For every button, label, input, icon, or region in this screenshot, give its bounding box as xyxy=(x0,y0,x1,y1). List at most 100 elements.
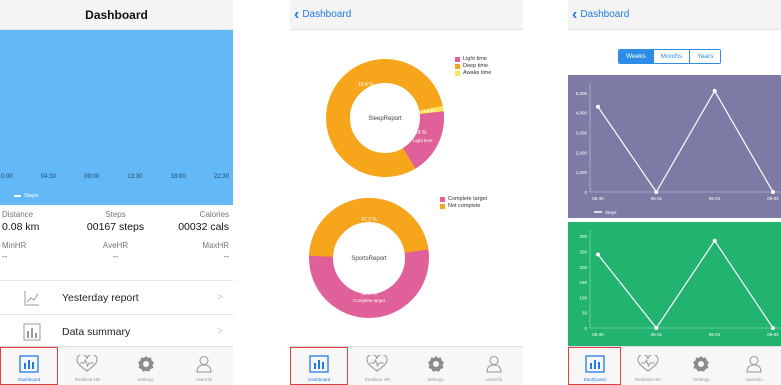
chevron-right-icon: > xyxy=(217,292,223,303)
tab-label: Settings xyxy=(692,377,710,382)
minhr-label: MinHR xyxy=(2,241,27,250)
back-label: Dashboard xyxy=(302,9,352,20)
complete-sub: Complete target xyxy=(353,298,386,303)
sleep-legend: Light time Deep time Awake time xyxy=(455,56,491,77)
x-tick-label: 05-31 xyxy=(651,196,663,201)
tab-realtime-hr[interactable]: Realtime HR xyxy=(621,347,674,385)
tab-settings[interactable]: Settings xyxy=(407,347,465,385)
tab-label: UserInfo xyxy=(195,377,213,382)
legend-swatch xyxy=(440,204,445,209)
tab-dashboard[interactable]: Dashboard xyxy=(290,347,349,385)
user-icon xyxy=(743,354,765,374)
period-segmented-control: Weeks Months Years xyxy=(618,49,722,64)
maxhr-label: MaxHR xyxy=(202,241,230,250)
tab-bar: Dashboard Realtime HR Settings UserInfo xyxy=(568,346,781,385)
tab-label: Settings xyxy=(137,377,154,382)
gear-icon xyxy=(690,354,712,374)
time-tick: 0:00 xyxy=(1,174,13,180)
navbar: Dashboard xyxy=(0,0,233,30)
avehr-label: AveHR xyxy=(102,241,129,250)
chevron-left-icon: ‹ xyxy=(294,5,300,23)
tab-label: Realtime HR xyxy=(635,377,661,382)
light-pct-sub: Light time xyxy=(413,138,433,143)
navbar: ‹ Dashboard xyxy=(568,0,781,30)
chart-background xyxy=(568,222,781,346)
tab-realtime-hr[interactable]: Realtime HR xyxy=(58,347,116,385)
gear-icon xyxy=(135,354,157,374)
sleep-center-label: SleepReport xyxy=(368,116,402,122)
data-summary-item[interactable]: Data summary > xyxy=(0,314,233,348)
back-button[interactable]: ‹ Dashboard xyxy=(290,5,352,23)
segment-weeks[interactable]: Weeks xyxy=(619,50,653,63)
y-tick-label: 3,000 xyxy=(576,131,588,136)
tab-label: UserInfo xyxy=(485,377,503,382)
x-tick-label: 05-30 xyxy=(592,196,604,201)
tab-realtime-hr[interactable]: Realtime HR xyxy=(348,347,406,385)
x-tick-label: 06-01 xyxy=(709,332,721,337)
user-icon xyxy=(483,354,505,374)
data-point xyxy=(596,104,600,109)
y-tick-label: 4,000 xyxy=(576,111,588,116)
data-point xyxy=(771,190,775,194)
tab-settings[interactable]: Settings xyxy=(675,347,728,385)
legend-swatch xyxy=(455,64,460,69)
tab-label: Dashboard xyxy=(18,377,41,382)
data-point xyxy=(654,326,659,330)
legend-label: Light time xyxy=(463,56,487,62)
sleep-donut-chart[interactable]: SleepReport 18.4 % 18 % Light time 1.4 % xyxy=(290,48,460,184)
tab-label: Dashboard xyxy=(583,377,606,382)
data-point xyxy=(596,252,600,257)
yesterday-report-item[interactable]: Yesterday report > xyxy=(0,280,233,314)
chevron-left-icon: ‹ xyxy=(572,5,578,23)
tab-settings[interactable]: Settings xyxy=(117,347,175,385)
not-complete-pct: 47.2 % xyxy=(361,217,377,223)
tab-userinfo[interactable]: UserInfo xyxy=(175,347,233,385)
legend-label: Complete target xyxy=(448,196,488,202)
yesterday-report-label: Yesterday report xyxy=(62,291,139,304)
x-tick-label: 06-01 xyxy=(709,196,721,201)
legend-label: Steps xyxy=(24,193,39,199)
data-point xyxy=(654,190,659,194)
distance-label: Distance xyxy=(2,210,34,219)
legend-label: Deep time xyxy=(463,63,489,69)
sports-donut-chart[interactable]: SportsReport 47.2 % Not complete 52.8 % … xyxy=(290,188,460,334)
tab-dashboard[interactable]: Dashboard xyxy=(0,347,59,385)
chevron-right-icon: > xyxy=(217,326,223,337)
tab-userinfo[interactable]: UserInfo xyxy=(465,347,523,385)
light-pct-label: 18 % xyxy=(415,130,427,136)
tab-label: UserInfo xyxy=(745,377,763,382)
segment-years[interactable]: Years xyxy=(689,50,721,63)
sports-legend: Complete target Not complete xyxy=(440,196,487,210)
tab-userinfo[interactable]: UserInfo xyxy=(728,347,781,385)
x-tick-label: 05-30 xyxy=(592,332,604,337)
time-tick: 04:30 xyxy=(40,174,56,180)
weekly-hr-chart[interactable]: 05010015020025030005-30 05-31 06-01 06-02 xyxy=(568,222,781,346)
tab-label: Dashboard xyxy=(308,377,331,382)
legend-label: Awake time xyxy=(463,70,492,76)
time-tick: 09:00 xyxy=(84,174,100,180)
time-tick: 22:30 xyxy=(213,174,229,180)
steps-label: Steps xyxy=(105,210,126,219)
stats-panel: Distance 0.08 km Steps 00167 steps Calorie… xyxy=(0,210,233,261)
segment-months[interactable]: Months xyxy=(652,50,690,63)
dashboard-bar-icon xyxy=(308,354,330,374)
weekly-steps-chart[interactable]: 01,0002,0003,0004,0005,00005-30 05-31 06-0… xyxy=(568,75,781,218)
calories-label: Calories xyxy=(199,210,230,219)
y-tick-label: 200 xyxy=(579,265,587,270)
history-screen: ‹ Dashboard Weeks Months Years 0 1,000 2,0… xyxy=(568,0,781,385)
navbar: ‹ Dashboard xyxy=(290,0,523,30)
sports-center-label: SportsReport xyxy=(351,256,387,262)
avehr-value: -- xyxy=(112,252,119,261)
tab-dashboard[interactable]: Dashboard xyxy=(568,347,622,385)
tab-label: Realtime HR xyxy=(74,377,101,382)
data-point xyxy=(712,238,717,243)
maxhr-value: -- xyxy=(223,252,230,261)
legend-swatch xyxy=(440,197,445,202)
time-axis: 0:00 04:30 09:00 13:30 18:00 22:30 xyxy=(0,174,233,180)
legend-label: Steps xyxy=(605,210,617,215)
back-button[interactable]: ‹ Dashboard xyxy=(568,5,629,23)
report-screen: ‹ Dashboard SleepReport 18.4 % 18 % Ligh… xyxy=(290,0,523,385)
time-tick: 13:30 xyxy=(127,174,143,180)
time-tick: 18:00 xyxy=(170,174,186,180)
heart-pulse-icon xyxy=(637,354,659,374)
